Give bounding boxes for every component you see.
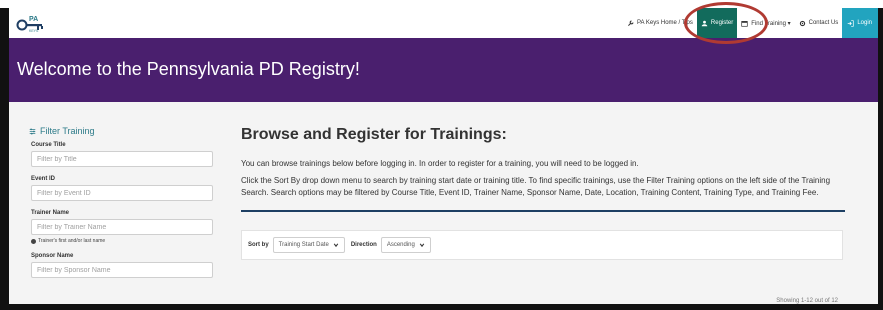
chevron-down-icon [419,243,425,248]
section-divider [241,210,845,212]
login-icon [848,19,854,27]
pa-keys-logo[interactable]: PA KEYS [15,12,53,34]
svg-text:PA: PA [29,16,38,23]
trainer-name-hint: Trainer's first and/or last name [31,238,219,244]
welcome-banner: Welcome to the Pennsylvania PD Registry! [9,38,878,102]
sort-bar: Sort by Training Start Date Direction As… [241,230,843,260]
filter-sidebar: Filter Training Course Title Event ID Tr… [29,126,219,287]
trainer-name-label: Trainer Name [31,210,70,216]
filter-training-label: Filter Training [40,126,95,136]
sort-by-label: Sort by [248,242,269,248]
course-title-label: Course Title [31,142,66,148]
course-title-input[interactable] [31,151,213,167]
sponsor-name-label: Sponsor Name [31,253,74,259]
content-area: Filter Training Course Title Event ID Tr… [9,102,878,304]
sort-by-select[interactable]: Training Start Date [272,237,345,253]
gear-icon [799,20,805,26]
key-logo-icon: PA KEYS [16,16,43,33]
info-icon [31,238,36,244]
frame-bottom-border [0,304,883,310]
nav-login-label: Login [857,20,872,26]
nav-contact-us[interactable]: Contact Us [795,8,843,38]
sort-by-value: Training Start Date [278,242,329,248]
nav-contact-us-label: Contact Us [808,20,839,26]
trainer-name-input[interactable] [31,219,213,235]
direction-value: Ascending [386,242,415,248]
direction-select[interactable]: Ascending [380,237,431,253]
chevron-down-icon [333,243,339,248]
svg-text:KEYS: KEYS [29,29,39,33]
nav-login[interactable]: Login [842,8,878,38]
intro-paragraph: You can browse trainings below before lo… [241,159,639,168]
event-id-label: Event ID [31,176,56,182]
frame-left-border [0,8,9,310]
sliders-icon [29,128,36,134]
highlight-annotation-circle [684,2,768,44]
filter-training-heading[interactable]: Filter Training [29,126,219,136]
instructions-paragraph: Click the Sort By drop down menu to sear… [241,176,831,197]
page-title: Browse and Register for Trainings: [241,126,507,143]
sponsor-name-input[interactable] [31,262,213,278]
wrench-icon [628,20,634,26]
event-id-input[interactable] [31,185,213,201]
banner-title: Welcome to the Pennsylvania PD Registry! [17,59,360,79]
direction-label: Direction [350,242,377,248]
frame-right-border [878,8,883,310]
main-panel: Browse and Register for Trainings: You c… [241,126,851,260]
trainer-name-hint-text: Trainer's first and/or last name [38,238,106,244]
